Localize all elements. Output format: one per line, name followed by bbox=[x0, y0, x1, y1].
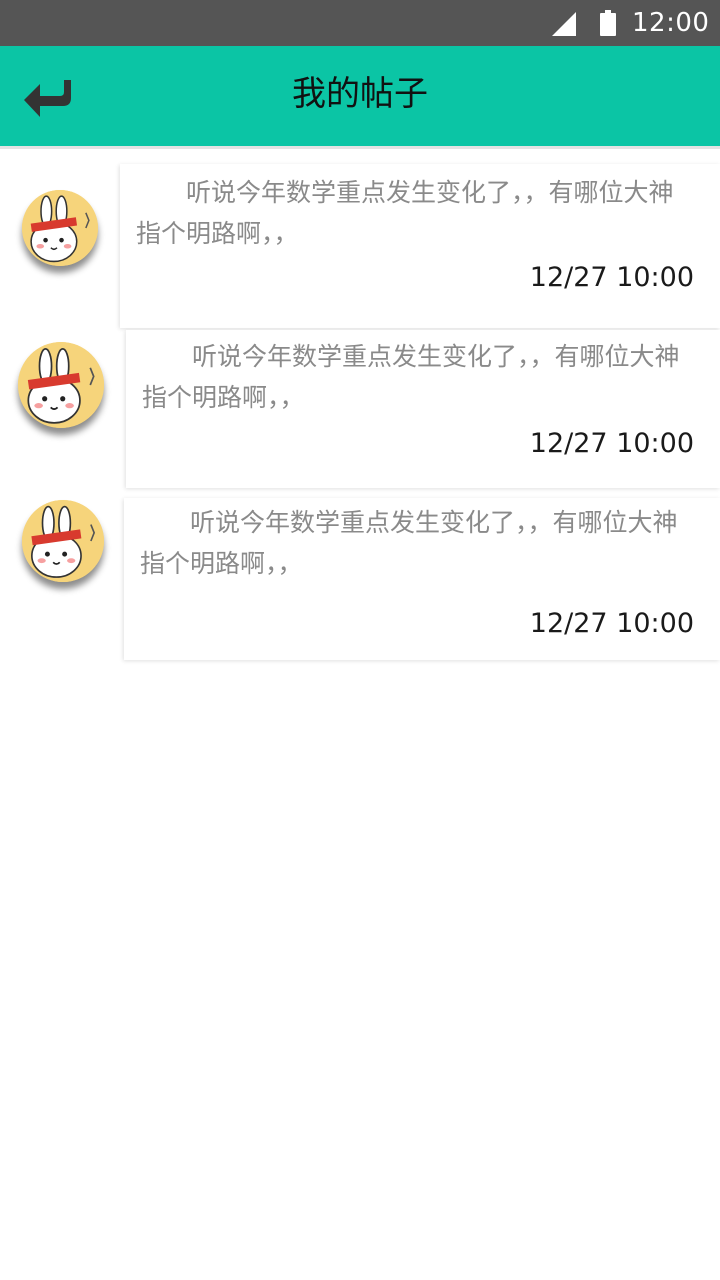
avatar bbox=[22, 500, 104, 582]
avatar bbox=[18, 342, 104, 428]
post-card[interactable]: 听说今年数学重点发生变化了，，有哪位大神指个明路啊，， 12/27 10:00 bbox=[126, 330, 720, 488]
post-item[interactable]: 听说今年数学重点发生变化了，，有哪位大神指个明路啊，， 12/27 10:00 bbox=[0, 490, 720, 666]
post-text: 听说今年数学重点发生变化了，，有哪位大神指个明路啊，， bbox=[142, 342, 680, 412]
status-time: 12:00 bbox=[632, 8, 710, 38]
post-time: 12/27 10:00 bbox=[529, 262, 694, 293]
bunny-avatar-icon bbox=[22, 500, 104, 582]
post-text: 听说今年数学重点发生变化了，，有哪位大神指个明路啊，， bbox=[140, 508, 678, 578]
app-bar: 我的帖子 bbox=[0, 46, 720, 146]
bunny-avatar-icon bbox=[18, 342, 104, 428]
page-title: 我的帖子 bbox=[292, 74, 428, 114]
post-card[interactable]: 听说今年数学重点发生变化了，，有哪位大神指个明路啊，， 12/27 10:00 bbox=[120, 164, 720, 328]
post-text: 听说今年数学重点发生变化了，，有哪位大神指个明路啊，， bbox=[136, 178, 674, 248]
avatar bbox=[22, 190, 98, 266]
post-item[interactable]: 听说今年数学重点发生变化了，，有哪位大神指个明路啊，， 12/27 10:00 bbox=[0, 330, 720, 490]
post-item[interactable]: 听说今年数学重点发生变化了，，有哪位大神指个明路啊，， 12/27 10:00 bbox=[0, 150, 720, 330]
post-time: 12/27 10:00 bbox=[529, 608, 694, 639]
bunny-avatar-icon bbox=[22, 190, 98, 266]
header-divider bbox=[0, 146, 720, 149]
signal-icon bbox=[552, 12, 576, 36]
battery-icon bbox=[600, 10, 616, 36]
post-card[interactable]: 听说今年数学重点发生变化了，，有哪位大神指个明路啊，， 12/27 10:00 bbox=[124, 498, 720, 660]
post-time: 12/27 10:00 bbox=[529, 428, 694, 459]
status-bar: 12:00 bbox=[0, 0, 720, 46]
